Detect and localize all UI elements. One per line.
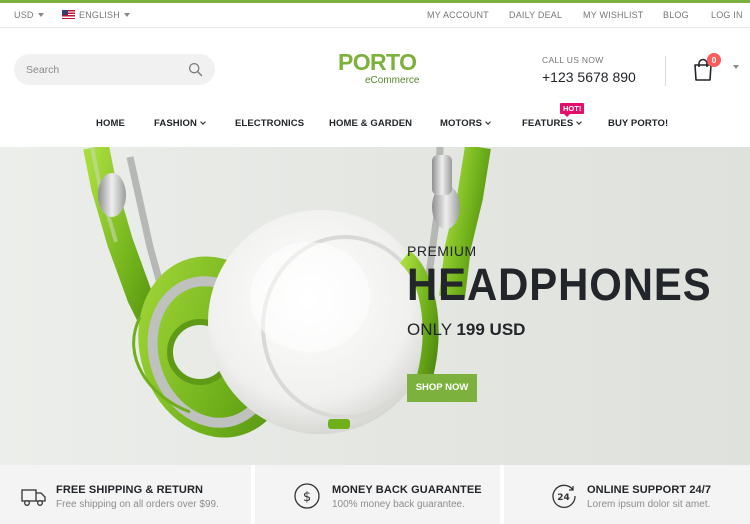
call-us-label: CALL US NOW bbox=[542, 55, 604, 65]
dollar-circle-icon: $ bbox=[294, 483, 320, 509]
menu-item-label: FASHION bbox=[154, 118, 197, 129]
hero-pretitle: PREMIUM bbox=[407, 243, 477, 259]
info-desc: 100% money back guarantee. bbox=[332, 499, 465, 510]
hero-title: HEADPHONES bbox=[407, 259, 712, 310]
menu-item-label: MOTORS bbox=[440, 118, 483, 129]
hero-price-value: 199 USD bbox=[456, 320, 526, 339]
currency-label: USD bbox=[14, 10, 34, 20]
logo-text: PORTO bbox=[338, 49, 417, 75]
search-box bbox=[14, 54, 215, 85]
menu-item-buy-porto[interactable]: BUY PORTO! bbox=[608, 118, 668, 129]
top-bar: USD ENGLISH MY ACCOUNT DAILY DEAL MY WIS… bbox=[0, 0, 750, 28]
chevron-down-icon bbox=[485, 119, 491, 125]
info-title: FREE SHIPPING & RETURN bbox=[56, 484, 204, 496]
login-link[interactable]: LOG IN bbox=[711, 10, 743, 20]
hot-badge: HOT! bbox=[560, 103, 585, 117]
menu-item-electronics[interactable]: ELECTRONICS bbox=[235, 118, 304, 129]
menu-item-label: ELECTRONICS bbox=[235, 118, 305, 129]
logo-subtitle: eCommerce bbox=[365, 75, 420, 86]
cart-count-badge: 0 bbox=[707, 53, 721, 67]
info-title: ONLINE SUPPORT 24/7 bbox=[587, 484, 712, 496]
info-title: MONEY BACK GUARANTEE bbox=[332, 484, 482, 496]
call-us: CALL US NOW +123 5678 890 bbox=[542, 55, 636, 85]
menu-item-fashion[interactable]: FASHION bbox=[154, 118, 206, 129]
shop-now-button[interactable]: SHOP NOW bbox=[407, 374, 477, 402]
svg-text:$: $ bbox=[303, 490, 311, 505]
search-icon[interactable] bbox=[188, 62, 203, 77]
menu-item-label: HOME & GARDEN bbox=[329, 118, 413, 129]
menu-item-features[interactable]: FEATURES bbox=[522, 118, 583, 129]
support-24-icon: 24 bbox=[552, 484, 576, 508]
svg-text:24: 24 bbox=[557, 493, 570, 503]
chevron-down-icon[interactable] bbox=[733, 65, 739, 69]
chevron-down-icon bbox=[576, 119, 583, 125]
search-input[interactable] bbox=[26, 62, 186, 77]
menu-item-home-garden[interactable]: HOME & GARDEN bbox=[329, 118, 412, 129]
language-switcher[interactable]: ENGLISH bbox=[62, 10, 130, 20]
info-boxes: FREE SHIPPING & RETURN Free shipping on … bbox=[0, 465, 750, 524]
phone-number[interactable]: +123 5678 890 bbox=[542, 69, 636, 85]
my-wishlist-link[interactable]: MY WISHLIST bbox=[583, 10, 644, 20]
info-desc: Free shipping on all orders over $99. bbox=[56, 499, 219, 510]
menu-item-motors[interactable]: MOTORS bbox=[440, 118, 491, 129]
my-account-link[interactable]: MY ACCOUNT bbox=[427, 10, 489, 20]
hero-price: ONLY 199 USD bbox=[407, 320, 525, 340]
hero-banner: PREMIUM HEADPHONES ONLY 199 USD SHOP NOW bbox=[0, 147, 750, 465]
info-desc: Lorem ipsum dolor sit amet. bbox=[587, 499, 711, 510]
chevron-down-icon bbox=[37, 13, 44, 17]
hero-price-prefix: ONLY bbox=[407, 320, 452, 339]
chevron-down-icon bbox=[123, 13, 130, 17]
menu-item-label: BUY PORTO! bbox=[608, 118, 669, 129]
currency-switcher[interactable]: USD bbox=[14, 10, 44, 20]
info-box-money-back: $ MONEY BACK GUARANTEE 100% money back g… bbox=[255, 465, 500, 524]
language-label: ENGLISH bbox=[79, 10, 120, 20]
blog-link[interactable]: BLOG bbox=[663, 10, 689, 20]
menu-item-label: FEATURES bbox=[522, 118, 574, 129]
info-box-shipping: FREE SHIPPING & RETURN Free shipping on … bbox=[0, 465, 251, 524]
us-flag-icon bbox=[62, 10, 75, 19]
header-divider bbox=[665, 56, 666, 86]
site-logo[interactable]: PORTO eCommerce bbox=[338, 49, 420, 89]
daily-deal-link[interactable]: DAILY DEAL bbox=[509, 10, 562, 20]
info-box-support: 24 ONLINE SUPPORT 24/7 Lorem ipsum dolor… bbox=[504, 465, 750, 524]
menu-item-label: HOME bbox=[96, 118, 125, 129]
truck-icon bbox=[21, 489, 46, 506]
chevron-down-icon bbox=[200, 119, 206, 125]
menu-item-home[interactable]: HOME bbox=[96, 118, 125, 129]
